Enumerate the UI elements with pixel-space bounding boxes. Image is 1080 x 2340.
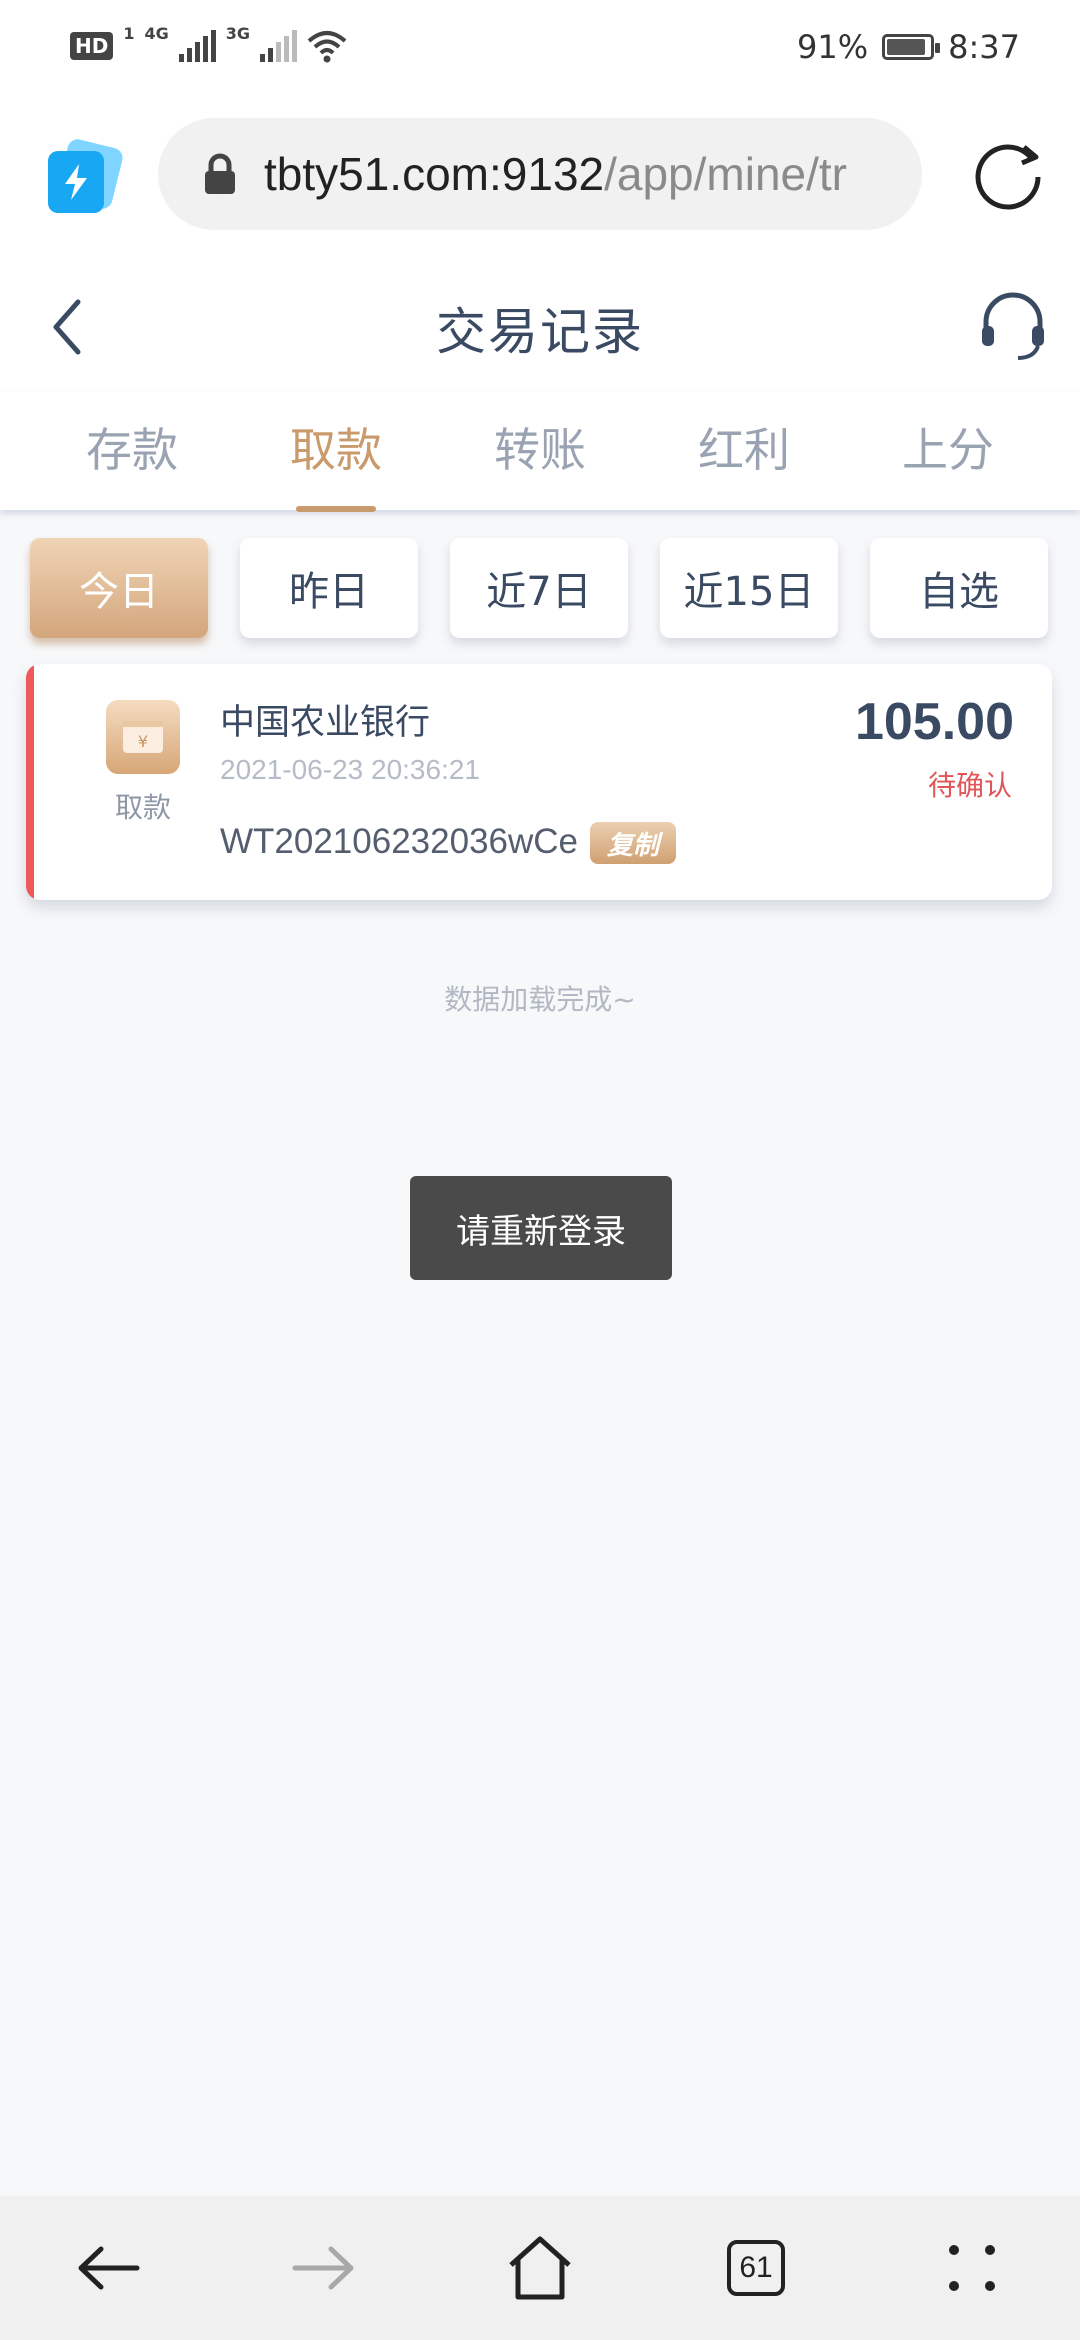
nav-menu-button[interactable] — [932, 2228, 1012, 2308]
tab-count: 61 — [727, 2240, 785, 2296]
tab-top-up[interactable]: 上分 — [846, 414, 1050, 480]
record-type-label: 取款 — [114, 791, 171, 824]
status-right: 91% 8:37 — [797, 22, 1020, 72]
record-datetime: 2021-06-23 20:36:21 — [220, 754, 480, 785]
tab-bonus[interactable]: 红利 — [642, 414, 846, 480]
battery-icon — [882, 34, 941, 60]
network-type-1: 4G — [144, 24, 169, 43]
date-filter-group: 今日 昨日 近7日 近15日 自选 — [30, 538, 1050, 640]
page-header: 交易记录 — [0, 262, 1080, 392]
wifi-icon — [307, 31, 347, 63]
sim-indicator: 1 — [123, 24, 135, 43]
browser-bottom-nav: 61 — [0, 2196, 1080, 2340]
clock: 8:37 — [948, 28, 1020, 66]
customer-service-icon[interactable] — [976, 290, 1050, 364]
record-amount: 105.00 — [854, 693, 1014, 751]
filter-custom-button[interactable]: 自选 — [870, 538, 1048, 638]
status-bar: HD 1 4G 3G 91% 8:37 — [0, 0, 1080, 92]
filter-7days-button[interactable]: 近7日 — [450, 538, 628, 638]
active-tab-indicator — [296, 506, 376, 512]
copy-order-button[interactable]: 复制 — [590, 822, 676, 864]
page-title: 交易记录 — [436, 303, 644, 361]
arrow-right-icon — [292, 2246, 354, 2290]
browser-bolt-icon[interactable] — [48, 137, 125, 213]
nav-back-button[interactable] — [68, 2228, 148, 2308]
transaction-type-tabs: 存款 取款 转账 红利 上分 — [0, 392, 1080, 512]
filter-today-button[interactable]: 今日 — [30, 538, 208, 638]
filter-yesterday-button[interactable]: 昨日 — [240, 538, 418, 638]
status-left: HD 1 4G 3G — [70, 24, 347, 66]
browser-toolbar: tbty51.com:9132/app/mine/tr — [0, 92, 1080, 262]
arrow-left-icon — [78, 2246, 140, 2290]
network-type-2: 3G — [225, 24, 251, 43]
home-icon — [509, 2236, 571, 2300]
url-host: tbty51.com:9132 — [264, 148, 605, 200]
tab-deposit[interactable]: 存款 — [30, 414, 234, 480]
record-status: 待确认 — [927, 769, 1012, 802]
url-path: /app/mine/tr — [604, 148, 848, 200]
nav-home-button[interactable] — [500, 2228, 580, 2308]
nav-forward-button[interactable] — [284, 2228, 364, 2308]
nav-tabs-button[interactable]: 61 — [716, 2228, 796, 2308]
record-status-stripe — [26, 664, 34, 900]
filter-15days-button[interactable]: 近15日 — [660, 538, 838, 638]
order-number: WT202106232036wCe — [220, 822, 579, 861]
address-bar[interactable]: tbty51.com:9132/app/mine/tr — [158, 118, 922, 230]
refresh-icon[interactable] — [972, 137, 1048, 213]
withdraw-icon: ¥ — [106, 700, 180, 774]
bank-name: 中国农业银行 — [220, 703, 431, 743]
lock-icon — [205, 153, 235, 194]
url-text: tbty51.com:9132/app/mine/tr — [264, 147, 894, 201]
hd-indicator: HD — [70, 32, 114, 60]
signal-icon-2 — [260, 30, 298, 62]
transaction-record-card[interactable]: ¥ 取款 中国农业银行 2021-06-23 20:36:21 WT202106… — [26, 664, 1052, 900]
more-menu-icon — [949, 2245, 995, 2291]
signal-icon-1 — [178, 30, 216, 62]
relogin-toast: 请重新登录 — [410, 1176, 672, 1280]
tab-withdraw[interactable]: 取款 — [234, 414, 438, 480]
battery-percent: 91% — [797, 28, 869, 66]
svg-text:¥: ¥ — [138, 732, 148, 751]
tab-transfer[interactable]: 转账 — [438, 414, 642, 480]
load-complete-text: 数据加载完成~ — [444, 983, 636, 1016]
